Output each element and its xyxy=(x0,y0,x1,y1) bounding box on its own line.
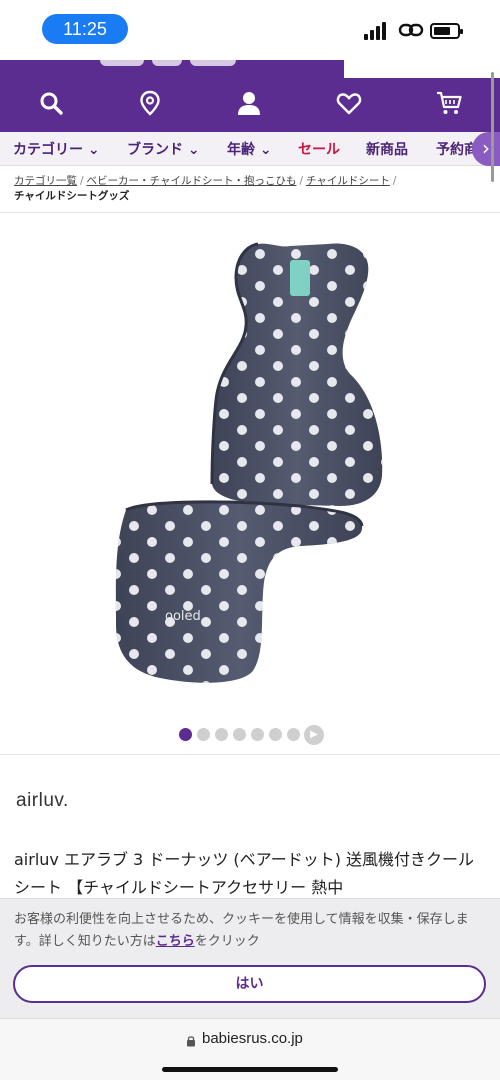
status-bar: 11:25 xyxy=(0,0,500,60)
sale-link[interactable]: セール xyxy=(298,139,340,159)
browser-address-bar: babiesrus.co.jp xyxy=(0,1018,500,1080)
chevron-right-icon: › xyxy=(482,136,490,160)
url-field[interactable]: babiesrus.co.jp xyxy=(202,1030,303,1047)
breadcrumb-item[interactable]: カテゴリ一覧 xyxy=(14,175,77,187)
page-scrollbar[interactable] xyxy=(491,72,494,182)
carousel-dot[interactable] xyxy=(232,728,246,741)
lock-icon xyxy=(187,1036,195,1047)
home-indicator[interactable] xyxy=(162,1067,338,1072)
product-logo-mark: ooled xyxy=(165,609,201,624)
divider xyxy=(0,754,500,755)
cart-icon[interactable] xyxy=(436,90,462,116)
product-title: airluv エアラブ 3 ドーナッツ (ベアードット) 送風機付きクールシート… xyxy=(14,850,475,897)
category-menu[interactable]: カテゴリー ⌄ xyxy=(13,139,100,159)
carousel-dot[interactable] xyxy=(214,728,228,741)
breadcrumb-item[interactable]: チャイルドシート xyxy=(306,175,390,187)
mobile-page: 11:25 カテゴリー ⌄ ブランド ⌄ 年齢 ⌄ セール 新商品 予約商 › … xyxy=(0,0,500,1080)
battery-icon xyxy=(430,23,463,39)
cellular-signal-icon xyxy=(364,22,390,40)
carousel-dot[interactable] xyxy=(268,728,282,741)
breadcrumb: カテゴリ一覧 / ベビーカー・チャイルドシート・抱っこひも / チャイルドシート / チャ… xyxy=(14,174,484,204)
carousel-dot[interactable] xyxy=(178,728,192,741)
breadcrumb-item[interactable]: ベビーカー・チャイルドシート・抱っこひも xyxy=(87,175,297,187)
header-nav xyxy=(0,78,500,132)
brand-menu[interactable]: ブランド ⌄ xyxy=(127,139,200,159)
breadcrumb-separator: / xyxy=(299,175,303,187)
carousel-dot[interactable] xyxy=(286,728,300,741)
category-scroll-right-button[interactable]: › xyxy=(472,132,500,166)
cookie-banner: お客様の利便性を向上させるため、クッキーを使用して情報を収集・保存します。詳しく… xyxy=(0,898,500,1018)
location-icon[interactable] xyxy=(137,90,163,116)
age-menu[interactable]: 年齢 ⌄ xyxy=(227,139,272,159)
account-icon[interactable] xyxy=(236,90,262,116)
category-nav: カテゴリー ⌄ ブランド ⌄ 年齢 ⌄ セール 新商品 予約商 xyxy=(0,132,500,166)
product-brand[interactable]: airluv. xyxy=(16,790,69,812)
favorites-icon[interactable] xyxy=(336,90,362,116)
personal-hotspot-icon xyxy=(398,23,424,37)
cookie-text-suffix: をクリック xyxy=(194,934,260,949)
cookie-policy-link[interactable]: こちら xyxy=(156,934,195,949)
image-carousel-indicator: ▶ xyxy=(0,724,500,745)
new-arrivals-link[interactable]: 新商品 xyxy=(366,139,408,159)
search-icon[interactable] xyxy=(38,90,64,116)
divider xyxy=(0,212,500,213)
breadcrumb-separator: / xyxy=(392,175,397,187)
play-icon[interactable]: ▶ xyxy=(304,724,324,745)
clock: 11:25 xyxy=(42,14,128,44)
carousel-dot[interactable] xyxy=(196,728,210,741)
cookie-message: お客様の利便性を向上させるため、クッキーを使用して情報を収集・保存します。詳しく… xyxy=(14,909,488,953)
site-logo[interactable] xyxy=(100,60,240,72)
breadcrumb-current: チャイルドシートグッズ xyxy=(14,190,130,202)
header-utility-strip xyxy=(344,60,500,78)
cookie-accept-button[interactable]: はい xyxy=(13,965,486,1003)
breadcrumb-separator: / xyxy=(80,175,84,187)
carousel-dot[interactable] xyxy=(250,728,264,741)
product-image[interactable]: ooled xyxy=(0,214,500,714)
